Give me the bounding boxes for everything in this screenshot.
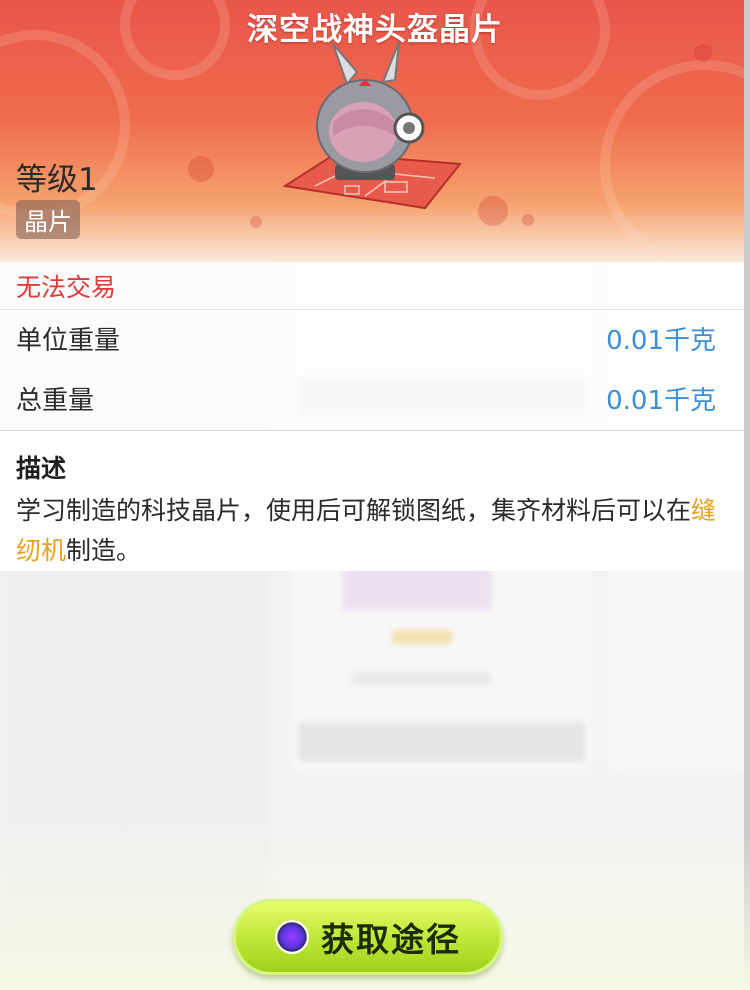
unit-weight-label: 单位重量 xyxy=(16,325,121,356)
total-weight-row: 总重量 0.01千克 xyxy=(0,366,744,430)
obtain-method-button[interactable]: 获取途径 xyxy=(233,899,503,975)
description-section: 描述 学习制造的科技晶片，使用后可解锁图纸，集齐材料后可以在缝纫机制造。 xyxy=(0,430,744,571)
item-header-banner: 深空战神头盔晶片 等级1 晶片 xyxy=(0,0,750,262)
description-text-after: 制造。 xyxy=(66,536,142,565)
orb-icon xyxy=(275,920,309,954)
trade-status-row: 无法交易 xyxy=(0,262,744,310)
unit-weight-value: 0.01千克 xyxy=(606,325,716,356)
unit-weight-row: 单位重量 0.01千克 xyxy=(0,310,744,366)
obtain-method-label: 获取途径 xyxy=(321,920,461,959)
trade-status: 无法交易 xyxy=(16,272,117,302)
item-info-panel: 无法交易 单位重量 0.01千克 总重量 0.01千克 描述 学习制造的科技晶片… xyxy=(0,262,744,571)
total-weight-label: 总重量 xyxy=(16,385,95,416)
item-level: 等级1 xyxy=(16,162,98,198)
helmet-chip-icon xyxy=(282,41,462,210)
description-text: 学习制造的科技晶片，使用后可解锁图纸，集齐材料后可以在缝纫机制造。 xyxy=(16,491,728,571)
total-weight-value: 0.01千克 xyxy=(606,385,716,416)
category-badge: 晶片 xyxy=(16,200,80,239)
description-heading: 描述 xyxy=(16,454,67,483)
description-text-before: 学习制造的科技晶片，使用后可解锁图纸，集齐材料后可以在 xyxy=(16,496,692,525)
